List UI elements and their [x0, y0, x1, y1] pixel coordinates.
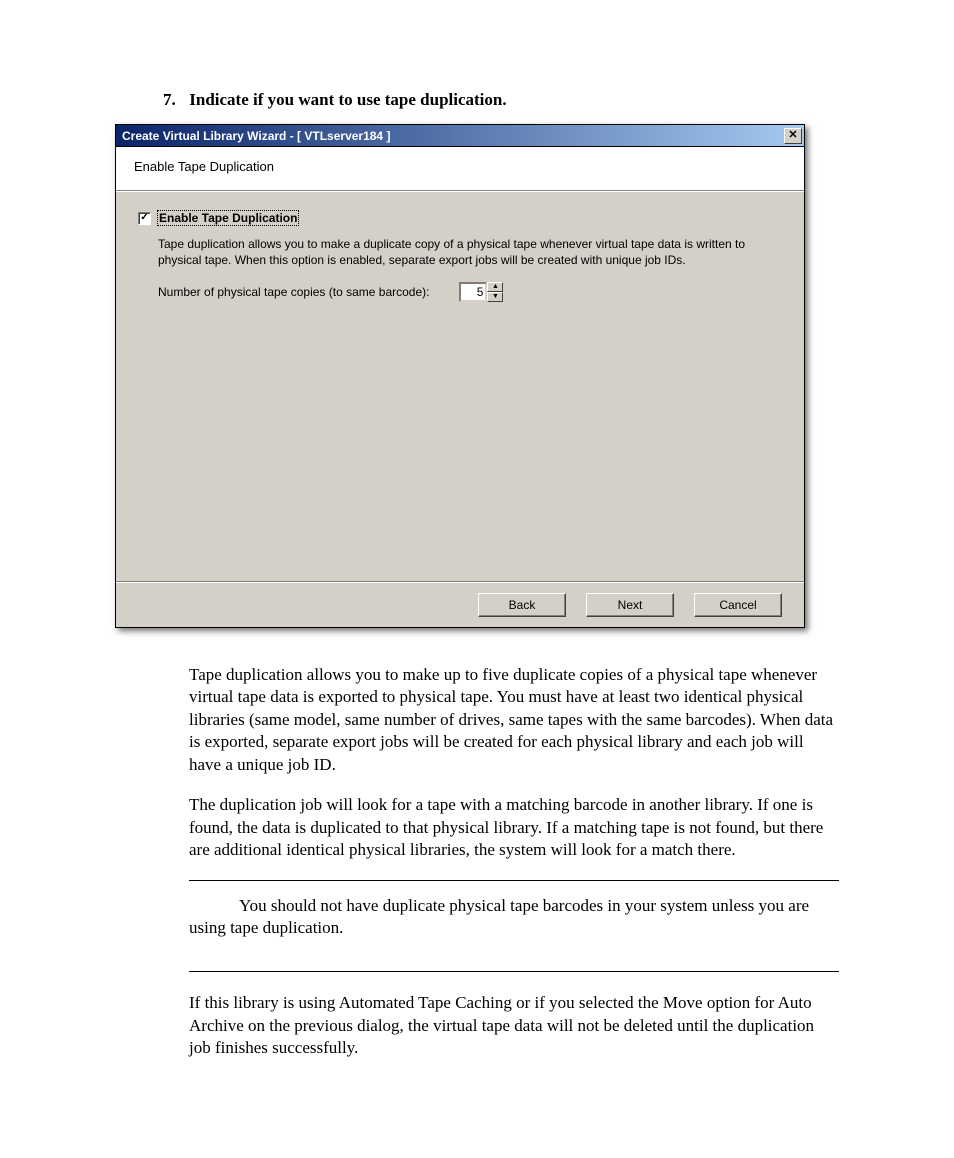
button-row: Back Next Cancel	[116, 581, 804, 627]
paragraph-2: The duplication job will look for a tape…	[189, 794, 839, 861]
option-description: Tape duplication allows you to make a du…	[158, 236, 778, 268]
step-number: 7.	[163, 90, 185, 110]
back-button[interactable]: Back	[478, 593, 566, 617]
paragraph-1: Tape duplication allows you to make up t…	[189, 664, 839, 776]
copies-spinner[interactable]: 5 ▲ ▼	[459, 282, 503, 302]
wizard-dialog: Create Virtual Library Wizard - [ VTLser…	[115, 124, 805, 628]
enable-duplication-label: Enable Tape Duplication	[157, 210, 299, 226]
checkmark-icon: ✓	[140, 213, 148, 223]
step-title: Indicate if you want to use tape duplica…	[189, 90, 506, 109]
copies-input[interactable]: 5	[459, 282, 487, 302]
close-button[interactable]: ✕	[784, 128, 802, 144]
close-icon: ✕	[788, 130, 797, 141]
enable-duplication-checkbox[interactable]: ✓	[138, 212, 151, 225]
titlebar: Create Virtual Library Wizard - [ VTLser…	[116, 125, 804, 147]
paragraph-3: If this library is using Automated Tape …	[189, 992, 839, 1059]
note-block: You should not have duplicate physical t…	[189, 880, 839, 973]
cancel-button[interactable]: Cancel	[694, 593, 782, 617]
spinner-down-icon[interactable]: ▼	[487, 292, 503, 302]
step-heading: 7. Indicate if you want to use tape dupl…	[163, 90, 839, 110]
wizard-body: ✓ Enable Tape Duplication Tape duplicati…	[116, 191, 804, 581]
document-body: Tape duplication allows you to make up t…	[189, 664, 839, 1060]
wizard-header: Enable Tape Duplication	[116, 147, 804, 191]
window-title: Create Virtual Library Wizard - [ VTLser…	[122, 129, 784, 143]
spinner-up-icon[interactable]: ▲	[487, 282, 503, 292]
copies-label: Number of physical tape copies (to same …	[158, 285, 429, 299]
next-button[interactable]: Next	[586, 593, 674, 617]
note-text: You should not have duplicate physical t…	[189, 895, 839, 940]
